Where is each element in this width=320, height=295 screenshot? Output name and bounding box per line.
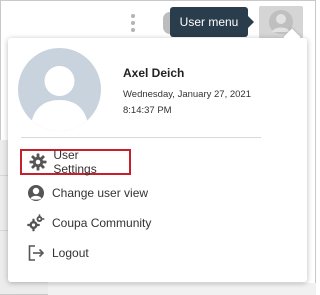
change-user-view-menu-item[interactable]: Change user view xyxy=(20,180,148,206)
coupa-community-label: Coupa Community xyxy=(52,216,152,230)
user-settings-menu-item[interactable]: User Settings xyxy=(20,148,131,176)
background-footer xyxy=(48,283,316,295)
user-menu-tooltip: User menu xyxy=(170,7,248,37)
logout-menu-item[interactable]: Logout xyxy=(20,240,89,266)
logout-icon xyxy=(26,243,46,263)
user-circle-icon xyxy=(26,183,46,203)
login-date: Wednesday, January 27, 2021 xyxy=(123,89,251,100)
user-menu-dropdown: Axel Deich Wednesday, January 27, 2021 8… xyxy=(8,28,307,282)
user-settings-label: User Settings xyxy=(53,148,97,176)
gear-icon xyxy=(28,152,47,172)
person-silhouette-icon xyxy=(30,66,89,131)
logout-label: Logout xyxy=(52,246,89,260)
community-gears-icon xyxy=(26,213,46,233)
profile-avatar xyxy=(18,48,101,131)
user-name: Axel Deich xyxy=(123,66,185,80)
coupa-community-menu-item[interactable]: Coupa Community xyxy=(20,210,151,236)
tooltip-arrow xyxy=(248,16,254,28)
login-time: 8:14:37 PM xyxy=(123,105,172,116)
change-user-view-label: Change user view xyxy=(52,186,149,200)
menu-divider xyxy=(21,137,261,138)
more-options-icon[interactable] xyxy=(130,14,136,32)
